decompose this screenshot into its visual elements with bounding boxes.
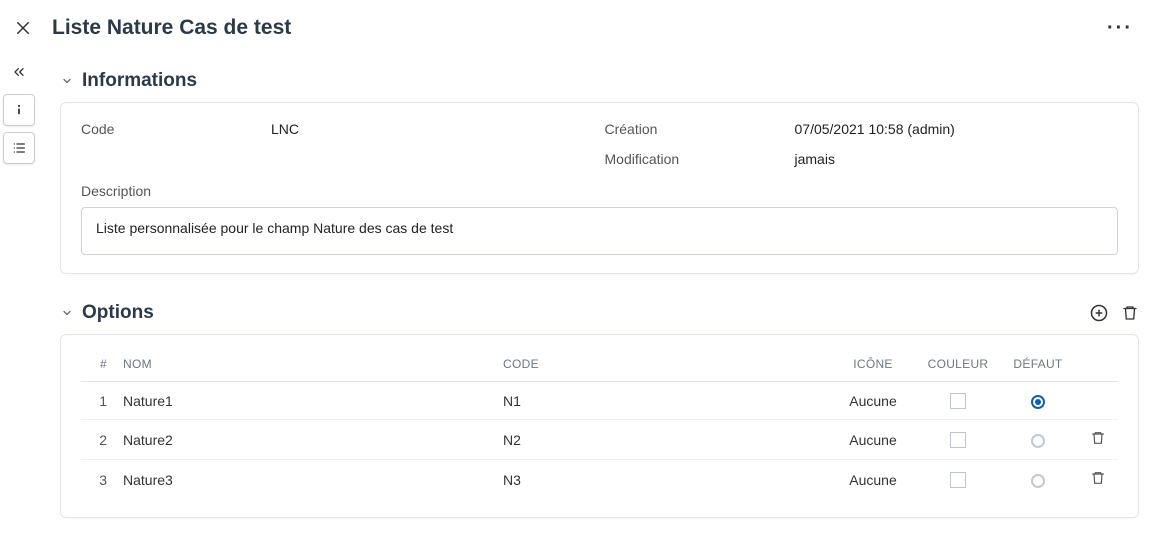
label-modification: Modification bbox=[605, 151, 785, 167]
section-informations: Informations Code LNC Création 07/05/202… bbox=[60, 70, 1139, 274]
cell-nom: Nature3 bbox=[115, 460, 495, 500]
chevron-down-icon[interactable] bbox=[60, 74, 74, 88]
col-defaut: DÉFAUT bbox=[998, 343, 1078, 382]
cell-icone[interactable]: Aucune bbox=[828, 460, 918, 500]
cell-couleur[interactable] bbox=[918, 420, 998, 460]
section-header-options: Options bbox=[60, 302, 1139, 324]
section-options: Options # NOM bbox=[60, 302, 1139, 518]
table-row[interactable]: 3Nature3N3Aucune bbox=[81, 460, 1118, 500]
chevron-down-icon[interactable] bbox=[60, 306, 74, 320]
cell-defaut[interactable] bbox=[998, 382, 1078, 420]
label-creation: Création bbox=[605, 121, 785, 137]
cell-couleur[interactable] bbox=[918, 382, 998, 420]
cell-code: N2 bbox=[495, 420, 828, 460]
value-code: LNC bbox=[271, 121, 595, 137]
close-icon[interactable] bbox=[14, 19, 32, 37]
informations-panel: Code LNC Création 07/05/2021 10:58 (admi… bbox=[60, 102, 1139, 274]
left-rail bbox=[0, 48, 38, 164]
page-header: Liste Nature Cas de test ··· bbox=[0, 0, 1153, 50]
description-textarea[interactable]: Liste personnalisée pour le champ Nature… bbox=[81, 207, 1118, 255]
color-swatch[interactable] bbox=[950, 432, 966, 448]
delete-options-icon[interactable] bbox=[1121, 304, 1139, 322]
options-panel: # NOM CODE ICÔNE COULEUR DÉFAUT 1Nature1… bbox=[60, 334, 1139, 518]
page-title: Liste Nature Cas de test bbox=[52, 16, 1107, 40]
cell-icone[interactable]: Aucune bbox=[828, 420, 918, 460]
cell-actions bbox=[1078, 420, 1118, 460]
color-swatch[interactable] bbox=[950, 393, 966, 409]
cell-nom: Nature1 bbox=[115, 382, 495, 420]
section-title-options: Options bbox=[82, 302, 1089, 324]
table-header-row: # NOM CODE ICÔNE COULEUR DÉFAUT bbox=[81, 343, 1118, 382]
cell-defaut[interactable] bbox=[998, 460, 1078, 500]
default-radio[interactable] bbox=[1031, 395, 1045, 409]
col-num: # bbox=[81, 343, 115, 382]
cell-num: 2 bbox=[81, 420, 115, 460]
label-description: Description bbox=[81, 183, 1118, 199]
table-row[interactable]: 1Nature1N1Aucune bbox=[81, 382, 1118, 420]
cell-actions bbox=[1078, 460, 1118, 500]
value-modification: jamais bbox=[795, 151, 1119, 167]
col-actions bbox=[1078, 343, 1118, 382]
col-nom: NOM bbox=[115, 343, 495, 382]
cell-couleur[interactable] bbox=[918, 460, 998, 500]
cell-actions bbox=[1078, 382, 1118, 420]
trash-icon[interactable] bbox=[1090, 470, 1106, 486]
more-icon[interactable]: ··· bbox=[1107, 17, 1133, 40]
options-table: # NOM CODE ICÔNE COULEUR DÉFAUT 1Nature1… bbox=[81, 343, 1118, 499]
main-content: Informations Code LNC Création 07/05/202… bbox=[60, 70, 1139, 529]
add-option-icon[interactable] bbox=[1089, 303, 1109, 323]
info-tab-icon[interactable] bbox=[3, 94, 35, 126]
cell-code: N3 bbox=[495, 460, 828, 500]
default-radio[interactable] bbox=[1031, 474, 1045, 488]
table-row[interactable]: 2Nature2N2Aucune bbox=[81, 420, 1118, 460]
color-swatch[interactable] bbox=[950, 472, 966, 488]
label-code: Code bbox=[81, 121, 261, 137]
col-couleur: COULEUR bbox=[918, 343, 998, 382]
cell-icone[interactable]: Aucune bbox=[828, 382, 918, 420]
cell-code: N1 bbox=[495, 382, 828, 420]
cell-num: 3 bbox=[81, 460, 115, 500]
value-creation: 07/05/2021 10:58 (admin) bbox=[795, 121, 1119, 137]
col-code: CODE bbox=[495, 343, 828, 382]
list-tab-icon[interactable] bbox=[3, 132, 35, 164]
col-icone: ICÔNE bbox=[828, 343, 918, 382]
trash-icon[interactable] bbox=[1090, 430, 1106, 446]
cell-defaut[interactable] bbox=[998, 420, 1078, 460]
default-radio[interactable] bbox=[1031, 434, 1045, 448]
section-header-informations: Informations bbox=[60, 70, 1139, 92]
cell-nom: Nature2 bbox=[115, 420, 495, 460]
collapse-rail-icon[interactable] bbox=[3, 56, 35, 88]
section-title-informations: Informations bbox=[82, 70, 1139, 92]
options-tbody: 1Nature1N1Aucune2Nature2N2Aucune3Nature3… bbox=[81, 382, 1118, 500]
cell-num: 1 bbox=[81, 382, 115, 420]
